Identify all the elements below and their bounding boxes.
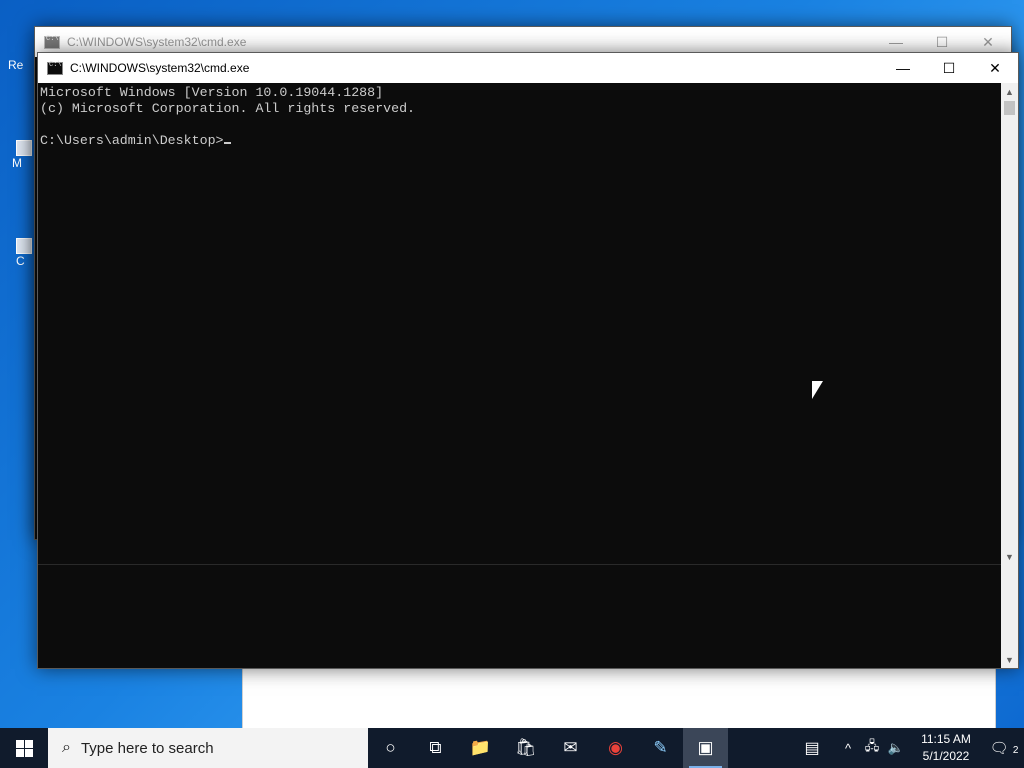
scroll-up-arrow-icon[interactable]: ▲ bbox=[1001, 83, 1018, 100]
store-button[interactable]: 🛍 bbox=[503, 728, 548, 768]
notepad-icon: ✎ bbox=[653, 738, 668, 757]
search-icon: ⌕ bbox=[62, 739, 71, 756]
notification-count: 2 bbox=[1012, 745, 1019, 756]
desktop-icon-edge[interactable]: M bbox=[8, 140, 32, 170]
cmd-icon: ▣ bbox=[697, 738, 714, 757]
notepad-button[interactable]: ✎ bbox=[638, 728, 683, 768]
scrollbar-thumb[interactable] bbox=[1004, 101, 1015, 115]
desktop-icon-label: C bbox=[16, 254, 25, 268]
vertical-scrollbar-bottom[interactable]: ▼ bbox=[1001, 565, 1018, 668]
volume-muted-icon[interactable]: 🔈 bbox=[884, 740, 908, 756]
cortana-button[interactable]: ○ bbox=[368, 728, 413, 768]
task-view-button[interactable]: ⧉ bbox=[413, 728, 458, 768]
window-title: C:\WINDOWS\system32\cmd.exe bbox=[67, 35, 247, 49]
scroll-down-arrow-icon[interactable]: ▼ bbox=[1001, 548, 1018, 565]
window-title: C:\WINDOWS\system32\cmd.exe bbox=[70, 61, 250, 75]
vertical-scrollbar-top[interactable]: ▲ ▼ bbox=[1001, 83, 1018, 565]
cmd-app-icon bbox=[47, 61, 63, 75]
console-prompt-line[interactable]: C:\Users\admin\Desktop> bbox=[40, 133, 999, 149]
shortcut-icon bbox=[16, 238, 32, 254]
news-icon[interactable]: ▤ bbox=[794, 738, 830, 758]
desktop-icon-recycle-bin[interactable]: Re bbox=[8, 58, 32, 72]
search-placeholder: Type here to search bbox=[80, 739, 214, 757]
console-lower-pane[interactable] bbox=[38, 565, 1001, 668]
scroll-down-arrow-icon[interactable]: ▼ bbox=[1001, 651, 1018, 668]
text-cursor bbox=[223, 142, 231, 144]
console-line: (c) Microsoft Corporation. All rights re… bbox=[40, 101, 416, 116]
clock[interactable]: 11:15 AM 5/1/2022 bbox=[908, 731, 984, 765]
start-button[interactable] bbox=[0, 728, 48, 768]
taskbar-search-box[interactable]: ⌕ Type here to search bbox=[48, 728, 368, 768]
cmd-app-icon bbox=[44, 35, 60, 49]
maximize-button[interactable]: ☐ bbox=[926, 53, 972, 83]
store-icon: 🛍 bbox=[514, 738, 537, 757]
cmd-taskbar-button[interactable]: ▣ bbox=[683, 728, 728, 768]
task-view-icon: ⧉ bbox=[429, 738, 442, 757]
notification-icon: 🗨 bbox=[989, 740, 1009, 757]
clock-date: 5/1/2022 bbox=[922, 749, 970, 763]
file-explorer-icon: 📁 bbox=[469, 738, 492, 757]
action-center-button[interactable]: 🗨 2 bbox=[984, 739, 1024, 757]
console-line: Microsoft Windows [Version 10.0.19044.12… bbox=[40, 85, 384, 100]
cmd-window[interactable]: C:\WINDOWS\system32\cmd.exe — ☐ ✕ Micros… bbox=[37, 52, 1019, 669]
desktop-icon-label: M bbox=[12, 156, 22, 170]
console-prompt: C:\Users\admin\Desktop> bbox=[40, 133, 224, 148]
close-button[interactable]: ✕ bbox=[972, 53, 1018, 83]
mouse-pointer-icon bbox=[812, 381, 823, 399]
desktop-icon-chrome[interactable]: C bbox=[8, 238, 32, 268]
mail-button[interactable]: ✉ bbox=[548, 728, 593, 768]
clock-time: 11:15 AM bbox=[921, 732, 971, 746]
console-output[interactable]: Microsoft Windows [Version 10.0.19044.12… bbox=[38, 83, 1001, 564]
cortana-icon: ○ bbox=[385, 738, 396, 757]
mail-icon: ✉ bbox=[563, 738, 578, 757]
file-explorer-button[interactable]: 📁 bbox=[458, 728, 503, 768]
minimize-button[interactable]: — bbox=[880, 53, 926, 83]
network-icon[interactable]: 🖧 bbox=[860, 737, 884, 759]
system-tray: ▤ ^ 🖧 🔈 11:15 AM 5/1/2022 🗨 2 bbox=[794, 728, 1024, 768]
title-bar[interactable]: C:\WINDOWS\system32\cmd.exe — ☐ ✕ bbox=[38, 53, 1018, 83]
chevron-up-icon[interactable]: ^ bbox=[836, 741, 860, 756]
taskbar: ⌕ Type here to search ○ ⧉ 📁 🛍 ✉ ◉ ✎ ▣ ▤ … bbox=[0, 728, 1024, 768]
chrome-button[interactable]: ◉ bbox=[593, 728, 638, 768]
chrome-icon: ◉ bbox=[608, 738, 623, 757]
shortcut-icon bbox=[16, 140, 32, 156]
desktop-icon-label: Re bbox=[8, 58, 24, 72]
windows-logo-icon bbox=[15, 739, 33, 757]
